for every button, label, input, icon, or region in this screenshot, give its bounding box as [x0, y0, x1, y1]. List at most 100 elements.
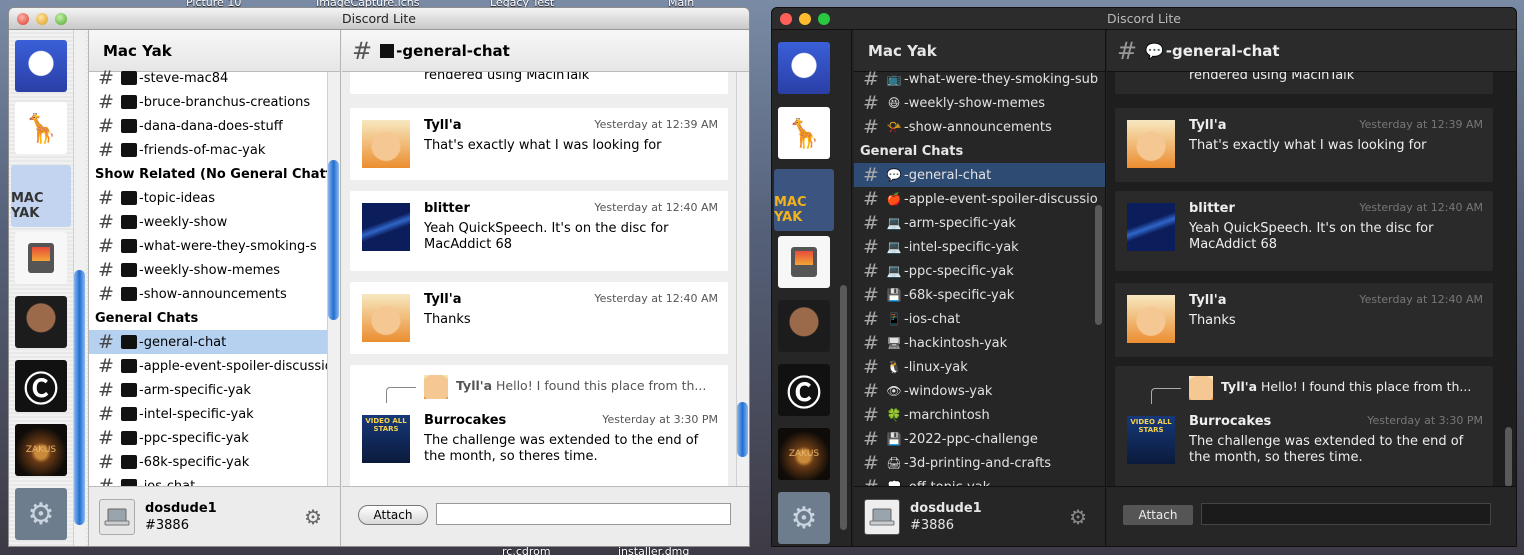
channel-item[interactable]: # -topic-ideas	[89, 186, 340, 210]
message-author[interactable]: Tyll'a	[424, 292, 461, 307]
channel-item[interactable]: # 📯 -show-announcements	[854, 115, 1105, 139]
channel-panel: Mac Yak # 📺 -what-were-they-smoking-sub # 😆 -…	[854, 30, 1106, 546]
channel-item[interactable]: # -what-were-they-smoking-s	[89, 234, 340, 258]
channel-item[interactable]: # 💾 -2022-ppc-challenge	[854, 427, 1105, 451]
channel-item[interactable]: # 💬 -general-chat	[854, 163, 1105, 187]
channel-category[interactable]: General Chats	[854, 139, 1105, 163]
channel-scrollbar-thumb[interactable]	[328, 160, 339, 320]
gear-badge-icon[interactable]: ⚙	[15, 488, 67, 540]
channel-item[interactable]: # 📱 -ios-chat	[854, 307, 1105, 331]
reply-avatar[interactable]	[424, 375, 448, 399]
giraffe-bicycle-icon[interactable]: 🦒	[778, 107, 830, 159]
message-author[interactable]: Burrocakes	[1189, 414, 1271, 429]
attach-button[interactable]: Attach	[1123, 505, 1193, 525]
channel-item[interactable]: # -bruce-branchus-creations	[89, 90, 340, 114]
zoom-button[interactable]	[818, 13, 830, 25]
message-list: rendered using MacinTalk Tyll'a Yesterda…	[342, 72, 749, 497]
close-button[interactable]	[780, 13, 792, 25]
channel-name: -apple-event-spoiler-discussio	[139, 358, 333, 374]
reply-preview[interactable]: Tyll'a Hello! I found this place from th…	[456, 378, 706, 393]
reply-avatar[interactable]	[1189, 376, 1213, 400]
channel-item[interactable]: # 💻 -arm-specific-yak	[854, 211, 1105, 235]
tylla-avatar[interactable]	[1127, 120, 1175, 168]
message-timestamp: Yesterday at 12:40 AM	[1359, 293, 1483, 306]
blitter-avatar[interactable]	[1127, 203, 1175, 251]
zoom-button[interactable]	[55, 13, 67, 25]
macyak-logo-icon[interactable]: MAC YAK	[11, 165, 71, 227]
channel-item[interactable]: # -steve-mac84	[89, 66, 340, 90]
channel-item[interactable]: # -general-chat	[89, 330, 340, 354]
channel-item[interactable]: # -68k-specific-yak	[89, 450, 340, 474]
classic-mac-icon[interactable]	[778, 236, 830, 288]
gear-badge-icon[interactable]: ⚙	[778, 492, 830, 544]
tylla-avatar[interactable]	[362, 120, 410, 168]
tylla-avatar[interactable]	[362, 294, 410, 342]
milk-cup-icon[interactable]	[778, 42, 830, 94]
message-author[interactable]: Burrocakes	[424, 413, 506, 428]
channel-category[interactable]: General Chats	[89, 306, 340, 330]
c-logo-icon[interactable]: Ⓒ	[15, 360, 67, 412]
person-photo-icon[interactable]	[778, 300, 830, 352]
classic-mac-icon[interactable]	[15, 232, 67, 284]
message-author[interactable]: blitter	[1189, 201, 1235, 216]
hash-icon: #	[863, 212, 879, 234]
minimize-button[interactable]	[799, 13, 811, 25]
sparks-icon[interactable]: ZAKUS	[778, 428, 830, 480]
channel-item[interactable]: # 🍎 -apple-event-spoiler-discussio	[854, 187, 1105, 211]
settings-gear-icon[interactable]: ⚙	[1069, 505, 1087, 529]
channel-item[interactable]: # 😆 -weekly-show-memes	[854, 91, 1105, 115]
channel-item[interactable]: # -show-announcements	[89, 282, 340, 306]
reply-author: Tyll'a	[456, 378, 493, 393]
channel-item[interactable]: # 💻 -intel-specific-yak	[854, 235, 1105, 259]
tylla-avatar[interactable]	[1127, 295, 1175, 343]
c-logo-icon[interactable]: Ⓒ	[778, 364, 830, 416]
message-partial: rendered using MacinTalk	[1115, 72, 1493, 94]
macyak-logo-icon[interactable]: MAC YAK	[774, 169, 834, 231]
channel-item[interactable]: # -dana-dana-does-stuff	[89, 114, 340, 138]
hash-icon: #	[98, 379, 114, 401]
blitter-avatar[interactable]	[362, 203, 410, 251]
chat-scrollbar-thumb[interactable]	[1505, 427, 1512, 487]
channel-emoji-icon	[121, 407, 137, 421]
channel-item[interactable]: # -arm-specific-yak	[89, 378, 340, 402]
channel-scrollbar-thumb[interactable]	[1095, 205, 1102, 325]
burrocakes-avatar[interactable]: VIDEO ALL STARS	[1127, 416, 1175, 464]
message-input[interactable]	[436, 503, 731, 525]
channel-item[interactable]: # 🖥 -hackintosh-yak	[854, 331, 1105, 355]
message-author[interactable]: blitter	[424, 201, 470, 216]
channel-item[interactable]: # -weekly-show	[89, 210, 340, 234]
sparks-icon[interactable]: ZAKUS	[15, 424, 67, 476]
channel-item[interactable]: # 💾 -68k-specific-yak	[854, 283, 1105, 307]
message-author[interactable]: Tyll'a	[1189, 118, 1226, 133]
server-scrollbar-thumb[interactable]	[840, 285, 847, 530]
message-author[interactable]: Tyll'a	[424, 118, 461, 133]
settings-gear-icon[interactable]: ⚙	[304, 505, 322, 529]
channel-item[interactable]: # 👁 -windows-yak	[854, 379, 1105, 403]
channel-item[interactable]: # -friends-of-mac-yak	[89, 138, 340, 162]
channel-category[interactable]: Show Related (No General Chatting	[89, 162, 340, 186]
channel-item[interactable]: # -apple-event-spoiler-discussio	[89, 354, 340, 378]
chat-scrollbar-thumb[interactable]	[737, 402, 748, 457]
window-titlebar[interactable]: Discord Lite	[9, 8, 749, 30]
channel-item[interactable]: # 🖨 -3d-printing-and-crafts	[854, 451, 1105, 475]
hash-icon: #	[863, 308, 879, 330]
channel-item[interactable]: # -intel-specific-yak	[89, 402, 340, 426]
attach-button[interactable]: Attach	[358, 505, 428, 525]
channel-item[interactable]: # -weekly-show-memes	[89, 258, 340, 282]
message-author[interactable]: Tyll'a	[1189, 293, 1226, 308]
channel-item[interactable]: # 📺 -what-were-they-smoking-sub	[854, 67, 1105, 91]
channel-item[interactable]: # 🐧 -linux-yak	[854, 355, 1105, 379]
channel-item[interactable]: # 💻 -ppc-specific-yak	[854, 259, 1105, 283]
channel-item[interactable]: # -ppc-specific-yak	[89, 426, 340, 450]
close-button[interactable]	[17, 13, 29, 25]
burrocakes-avatar[interactable]: VIDEO ALL STARS	[362, 415, 410, 463]
server-scrollbar-thumb[interactable]	[74, 270, 85, 525]
milk-cup-icon[interactable]	[15, 40, 67, 92]
giraffe-bicycle-icon[interactable]: 🦒	[15, 102, 67, 154]
message-input[interactable]	[1201, 503, 1491, 525]
window-titlebar[interactable]: Discord Lite	[772, 8, 1516, 30]
reply-preview[interactable]: Tyll'a Hello! I found this place from th…	[1221, 379, 1471, 394]
minimize-button[interactable]	[36, 13, 48, 25]
channel-item[interactable]: # 🍀 -marchintosh	[854, 403, 1105, 427]
person-photo-icon[interactable]	[15, 296, 67, 348]
